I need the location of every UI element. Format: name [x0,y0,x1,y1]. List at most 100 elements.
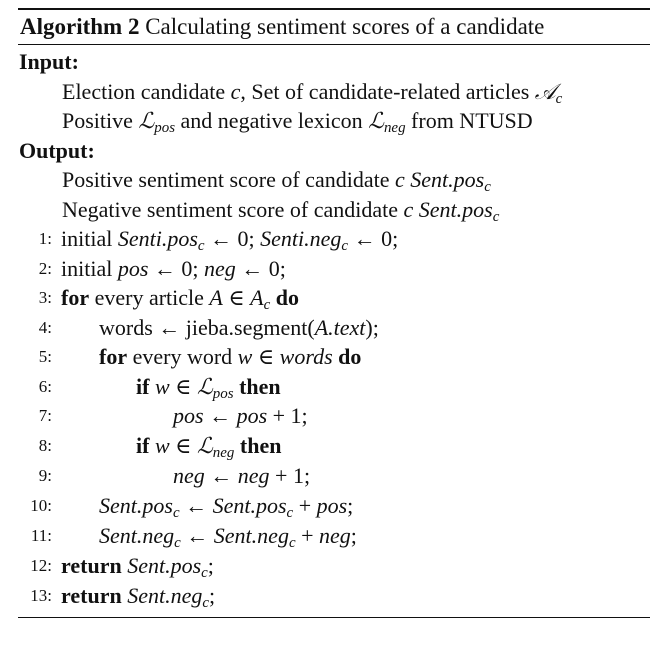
input-heading: Input: [18,47,650,77]
every-word-text: every word [127,344,238,369]
line-code: words ← jieba.segment(A.text); [99,313,379,343]
line-code: Sent.posc ← Sent.posc + pos; [99,491,353,521]
input-text-1b: , Set of candidate-related articles [240,78,535,104]
math-pos: pos [173,403,204,428]
zero: 0 [181,255,193,281]
algo-line-9: 9: neg ← neg + 1; [18,461,650,491]
arrow: ← [235,255,269,281]
math-senti-pos: Senti.pos [117,226,198,251]
math-w: w [237,344,253,369]
algo-line-13: 13: return Sent.negc; [18,581,650,611]
semicolon: ; [248,226,255,251]
algo-line-7: 7: pos ← pos + 1; [18,401,650,431]
math-pos: pos [117,255,149,281]
line-code: initial Senti.posc ← 0; Senti.negc ← 0; [61,224,398,254]
initial-word: initial [61,255,113,281]
math-sub-c: c [484,179,491,196]
math-sent-pos: Sent.pos [99,492,173,518]
arrow: ← [203,403,237,428]
input-text-1a: Election candidate [62,78,231,104]
semicolon: ; [209,582,216,608]
algo-line-1: 1: initial Senti.posc ← 0; Senti.negc ← … [18,224,650,254]
semicolon: ; [192,255,199,281]
math-A-text: A.text [314,314,366,340]
line-number: 9: [38,465,52,485]
keyword-for: for [99,344,128,369]
line-code: for every word w ∈ words do [99,342,361,372]
algorithm-block: Algorithm 2 Calculating sentiment scores… [18,8,650,618]
keyword-if: if [136,433,150,458]
plus: + [293,492,317,518]
output-heading: Output: [18,136,650,166]
keyword-do: do [338,344,362,369]
input-text-2b: and negative lexicon [175,108,369,133]
algo-line-4: 4: words ← jieba.segment(A.text); [18,313,650,343]
plus: + [269,462,293,488]
algo-line-11: 11: Sent.negc ← Sent.negc + neg; [18,521,650,551]
math-sent-neg: Sent.neg [127,582,203,608]
zero: 0 [381,226,393,251]
math-neg: neg [173,462,205,488]
math-sub-neg: neg [212,445,235,462]
algo-line-6: 6: if w ∈ ℒpos then [18,372,650,402]
one: 1 [292,462,304,488]
arrow: ← [179,492,213,518]
semicolon: ; [350,522,357,548]
algo-line-3: 3: for every article A ∈ Ac do [18,283,650,313]
element-of: ∈ [252,344,280,369]
plus: + [295,522,320,548]
arrow: ← [204,226,238,251]
algo-line-12: 12: return Sent.posc; [18,551,650,581]
math-c: c [403,196,414,222]
algo-line-10: 10: Sent.posc ← Sent.posc + pos; [18,491,650,521]
close-paren: ); [365,314,379,340]
one: 1 [290,403,302,428]
math-sub-pos: pos [154,120,176,137]
math-cal-L: ℒ [196,434,213,459]
arrow: ← [148,255,182,281]
input-text-2c: from NTUSD [405,108,533,133]
algo-line-8: 8: if w ∈ ℒneg then [18,431,650,461]
output-text-1: Positive sentiment score of candidate [62,167,395,192]
math-cal-A: 𝒜 [534,79,556,105]
output-text-2: Negative sentiment score of candidate [62,196,404,222]
arrow: ← [204,462,238,488]
initial-word: initial [61,226,113,251]
line-number: 12: [30,555,52,575]
semicolon: ; [303,462,311,488]
line-number: 8: [38,436,52,455]
algorithm-body: Input: Election candidate c, Set of cand… [18,45,650,617]
math-c: c [230,78,241,104]
output-line-2: Negative sentiment score of candidate c … [18,195,650,225]
math-sub-c: c [492,208,500,225]
line-code: return Sent.negc; [61,581,215,611]
every-article-text: every article [89,285,210,310]
math-c: c [394,167,405,192]
math-sub-c: c [202,594,209,611]
input-title: Input: [19,49,79,74]
line-number: 11: [30,525,52,545]
keyword-return: return [61,582,122,608]
math-sub-c: c [172,504,180,521]
element-of: ∈ [169,373,197,399]
semicolon: ; [207,552,214,578]
line-code: for every article A ∈ Ac do [61,283,299,313]
bottom-rule [18,616,650,618]
math-pos: pos [236,403,268,428]
math-cal-L: ℒ [368,109,384,134]
line-number: 4: [38,317,52,337]
line-number: 13: [30,585,52,605]
arrow: ← [180,522,214,548]
line-number: 3: [38,288,52,307]
output-title: Output: [19,137,95,163]
line-number: 10: [30,495,52,515]
math-sub-neg: neg [383,120,406,137]
keyword-for: for [61,285,90,310]
line-number: 1: [38,229,52,248]
math-sub-c: c [263,297,271,314]
plus: + [267,403,291,428]
words-text: words [99,314,153,340]
arrow: ← [152,314,186,340]
math-sent-pos: Sent.pos [418,196,493,222]
math-sent-neg: Sent.neg [99,522,175,548]
